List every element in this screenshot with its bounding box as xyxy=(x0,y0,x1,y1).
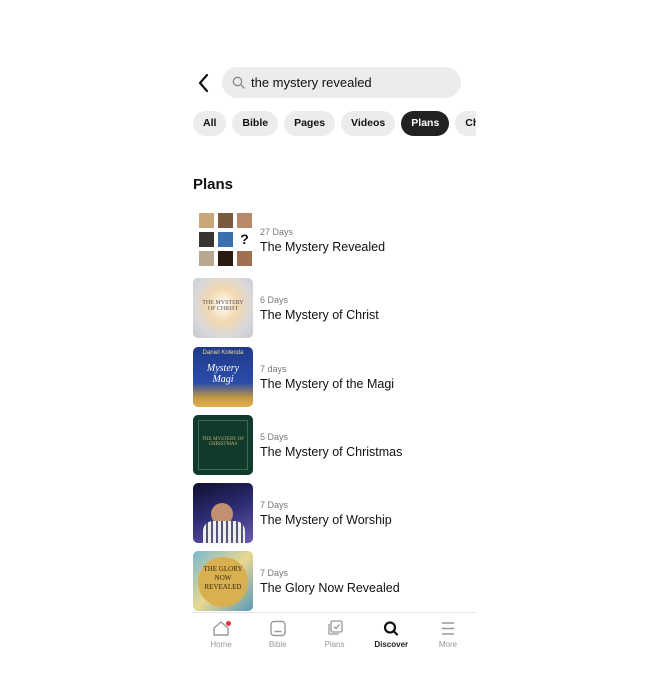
notification-badge xyxy=(226,621,231,626)
bible-icon xyxy=(270,620,286,637)
filter-churches[interactable]: Churches xyxy=(455,111,476,136)
plan-item[interactable]: ? 27 Days The Mystery Revealed xyxy=(193,210,476,270)
plan-title: The Mystery of Worship xyxy=(260,512,392,527)
plan-duration: 5 Days xyxy=(260,431,289,442)
plan-item[interactable]: THE MYSTERY OF CHRISTMAS 5 Days The Myste… xyxy=(193,415,476,475)
plan-title: The Glory Now Revealed xyxy=(260,580,400,595)
plan-duration: 7 days xyxy=(260,363,287,374)
chevron-left-icon xyxy=(198,73,209,93)
plan-thumbnail: Daniel Kolenda Mystery Magi xyxy=(193,347,253,407)
menu-icon xyxy=(442,622,454,635)
plan-duration: 7 Days xyxy=(260,567,289,578)
plan-duration: 7 Days xyxy=(260,499,289,510)
plan-thumbnail: THE GLORY NOW REVEALED xyxy=(193,551,253,611)
plan-thumbnail xyxy=(193,483,253,543)
plan-thumbnail: ? xyxy=(193,210,253,270)
nav-plans[interactable]: Plans xyxy=(310,613,360,662)
filter-bible[interactable]: Bible xyxy=(232,111,279,136)
plan-item[interactable]: THE MYSTERY OF CHRIST 6 Days The Mystery … xyxy=(193,278,476,338)
plan-duration: 6 Days xyxy=(260,294,289,305)
search-bar[interactable] xyxy=(222,67,461,98)
nav-bible[interactable]: Bible xyxy=(253,613,303,662)
filter-chips: All Bible Pages Videos Plans Churches xyxy=(193,111,476,136)
plan-thumbnail: THE MYSTERY OF CHRISTMAS xyxy=(193,415,253,475)
search-icon xyxy=(384,621,399,636)
plan-item[interactable]: THE GLORY NOW REVEALED 7 Days The Glory N… xyxy=(193,551,476,611)
plan-title: The Mystery of Christmas xyxy=(260,444,403,459)
plans-icon xyxy=(327,620,343,635)
search-icon xyxy=(232,76,245,89)
plan-item[interactable]: 7 Days The Mystery of Worship xyxy=(193,483,476,543)
plan-title: The Mystery of Christ xyxy=(260,307,379,322)
bottom-nav: Home Bible Plans Discover More xyxy=(193,612,476,662)
back-button[interactable] xyxy=(195,72,215,94)
plan-title: The Mystery Revealed xyxy=(260,239,386,254)
filter-all[interactable]: All xyxy=(193,111,227,136)
filter-videos[interactable]: Videos xyxy=(341,111,396,136)
filter-pages[interactable]: Pages xyxy=(284,111,336,136)
plan-thumbnail: THE MYSTERY OF CHRIST xyxy=(193,278,253,338)
search-input[interactable] xyxy=(251,75,441,90)
discover-screen: All Bible Pages Videos Plans Churches Pl… xyxy=(193,0,476,700)
nav-more[interactable]: More xyxy=(423,613,473,662)
nav-discover[interactable]: Discover xyxy=(366,613,416,662)
plan-item[interactable]: Daniel Kolenda Mystery Magi 7 days The My… xyxy=(193,347,476,407)
plan-duration: 27 Days xyxy=(260,226,294,237)
filter-plans[interactable]: Plans xyxy=(401,111,450,136)
nav-home[interactable]: Home xyxy=(196,613,246,662)
section-title: Plans xyxy=(193,176,234,193)
plan-title: The Mystery of the Magi xyxy=(260,376,395,391)
